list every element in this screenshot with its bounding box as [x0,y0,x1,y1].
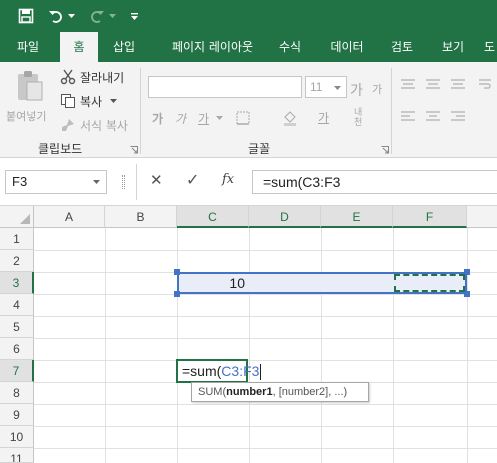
save-icon[interactable] [18,8,34,24]
align-center-icon[interactable] [425,110,441,124]
row-header-2[interactable]: 2 [0,250,34,272]
column-header-b[interactable]: B [105,206,177,228]
tab-formulas[interactable]: 수식 [270,32,310,62]
italic-button[interactable]: 가 [175,110,186,127]
paste-label: 붙여넣기 [6,110,47,123]
underline-button[interactable]: 가 [198,110,209,127]
align-left-icon[interactable] [400,110,416,124]
copy-button[interactable]: 복사 [60,92,118,110]
cut-button[interactable]: 잘라내기 [60,68,124,86]
cell-c7-editor[interactable]: =sum(C3:F3 [176,359,262,383]
tooltip-function-name[interactable]: SUM( [198,386,226,398]
align-right-icon[interactable] [450,110,466,124]
scissors-icon [60,69,76,85]
chevron-down-icon [216,116,223,120]
row-header-9[interactable]: 9 [0,404,34,426]
column-header-g[interactable] [467,206,497,228]
active-range-marquee [394,274,465,292]
row-header-8[interactable]: 8 [0,382,34,404]
column-header-a[interactable]: A [34,206,105,228]
shrink-font-button[interactable]: 가 [372,81,382,97]
select-all-triangle-icon [20,214,30,224]
function-argument-tooltip: SUM(number1, [number2], ...) [191,382,369,402]
formula-bar-separator [136,164,137,200]
row-header-6[interactable]: 6 [0,338,34,360]
font-color-button[interactable]: 가 [318,109,329,126]
worksheet-grid[interactable]: A B C D E F 1 2 3 4 5 6 7 8 9 10 11 10 =… [0,206,497,463]
column-header-c[interactable]: C [177,206,249,228]
column-header-f[interactable]: F [393,206,467,228]
phonetic-button[interactable]: 내천 [354,108,370,128]
chevron-down-icon [110,98,118,103]
align-bottom-icon[interactable] [450,78,466,92]
formula-text: =sum(C3:F3 [263,174,341,190]
tab-file[interactable]: 파일 [10,32,46,62]
enter-button[interactable]: ✓ [186,170,199,190]
clipboard-group-label: 클립보드 [38,142,83,156]
ribbon: 붙여넣기 잘라내기 복사 서식 복사 클립보드 11 가 가 가 가 가 가 내… [0,62,497,158]
chevron-down-icon [334,86,341,90]
fill-color-icon[interactable] [282,110,298,126]
row-header-11[interactable]: 11 [0,448,34,463]
tab-page-layout[interactable]: 페이지 레이아웃 [155,32,270,62]
tab-home[interactable]: 홈 [60,32,98,62]
wrap-text-icon[interactable] [478,78,492,92]
cut-label: 잘라내기 [80,70,125,85]
format-painter-button: 서식 복사 [60,116,128,134]
row-header-5[interactable]: 5 [0,316,34,338]
row-header-10[interactable]: 10 [0,426,34,448]
row-header-4[interactable]: 4 [0,294,34,316]
dialog-launcher-icon[interactable] [130,146,138,154]
row-header-1[interactable]: 1 [0,228,34,250]
tab-data[interactable]: 데이터 [320,32,374,62]
formula-input[interactable]: =sum(C3:F3 [252,170,497,194]
brush-icon [62,119,74,131]
redo-icon [89,8,116,24]
insert-function-button[interactable]: fx [222,172,234,187]
font-name-input[interactable] [148,76,302,98]
customize-icon[interactable] [130,12,139,21]
quick-access-toolbar [0,0,497,32]
font-size-input[interactable]: 11 [305,76,347,98]
cell-c3[interactable]: 10 [179,274,247,292]
border-icon[interactable] [236,111,250,125]
tooltip-current-argument[interactable]: number1 [226,386,272,398]
tooltip-remaining-arguments: , [number2], ...) [272,386,348,398]
font-group-label: 글꼴 [248,142,271,156]
formula-bar: F3 ✕ ✓ fx =sum(C3:F3 [0,158,497,206]
column-header-d[interactable]: D [249,206,321,228]
cell-c7-range-ref: C3:F3 [221,363,260,379]
formula-bar-grip-icon [122,175,125,189]
font-size-value: 11 [310,80,323,94]
ribbon-tabs: 파일 홈 삽입 페이지 레이아웃 수식 데이터 검토 보기 도 [0,32,497,62]
bold-button[interactable]: 가 [152,110,163,127]
tab-view[interactable]: 보기 [433,32,473,62]
copy-icon [61,94,75,108]
select-all-button[interactable] [0,206,34,228]
row-header-3[interactable]: 3 [0,272,34,294]
copy-label: 복사 [80,94,103,109]
grow-font-button[interactable]: 가 [350,80,363,100]
cell-c7-formula-prefix: =sum( [182,363,222,379]
column-header-e[interactable]: E [321,206,393,228]
cancel-button[interactable]: ✕ [150,171,163,189]
align-top-icon[interactable] [400,78,416,92]
align-middle-icon[interactable] [425,78,441,92]
name-box-value: F3 [12,174,28,189]
name-box[interactable]: F3 [5,170,107,194]
paste-icon [18,71,43,101]
dialog-launcher-icon[interactable] [381,146,389,154]
tab-overflow[interactable]: 도 [482,32,497,62]
tab-review[interactable]: 검토 [382,32,422,62]
text-cursor [260,364,262,381]
tab-insert[interactable]: 삽입 [104,32,144,62]
format-painter-label: 서식 복사 [80,118,128,133]
paste-button[interactable]: 붙여넣기 [6,68,50,128]
undo-icon[interactable] [48,8,75,24]
chevron-down-icon [93,180,100,184]
row-header-7[interactable]: 7 [0,360,34,382]
